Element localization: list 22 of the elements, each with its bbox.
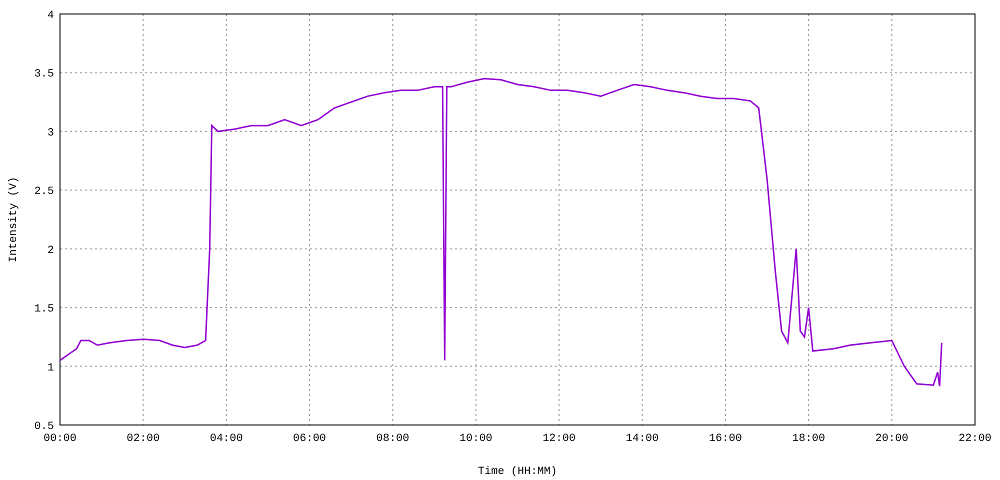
- tick-label: 1: [47, 362, 54, 374]
- tick-label: 16:00: [708, 433, 742, 445]
- tick-label: 06:00: [293, 433, 326, 445]
- x-axis-label: Time (HH:MM): [478, 466, 558, 478]
- tick-label: 08:00: [376, 433, 410, 445]
- tick-label: 4: [47, 10, 54, 22]
- y-axis-label: Intensity (V): [8, 176, 20, 262]
- tick-label: 3: [47, 127, 54, 140]
- tick-label: 18:00: [792, 433, 826, 445]
- tick-label: 3.5: [34, 68, 54, 81]
- tick-label: 22:00: [958, 433, 992, 445]
- tick-label: 0.5: [34, 421, 54, 433]
- tick-label: 10:00: [459, 433, 492, 445]
- tick-label: 02:00: [126, 433, 160, 445]
- tick-label: 14:00: [626, 433, 659, 445]
- tick-label: 12:00: [542, 433, 576, 445]
- tick-label: 04:00: [210, 433, 243, 445]
- tick-label: 2: [47, 244, 54, 257]
- tick-label: 20:00: [875, 433, 908, 445]
- tick-label: 00:00: [44, 433, 76, 445]
- tick-label: 2.5: [34, 186, 54, 198]
- tick-label: 1.5: [34, 304, 54, 316]
